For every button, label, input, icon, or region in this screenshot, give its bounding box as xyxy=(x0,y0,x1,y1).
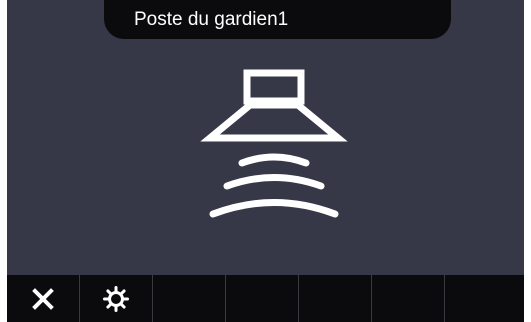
sound-wave-1 xyxy=(238,153,310,167)
settings-icon xyxy=(103,285,129,312)
station-title: Poste du gardien1 xyxy=(134,9,289,30)
bottom-toolbar xyxy=(7,275,524,322)
empty-button-7[interactable] xyxy=(445,275,524,322)
sound-wave-2 xyxy=(223,174,325,190)
sound-wave-3 xyxy=(209,199,339,218)
settings-button[interactable] xyxy=(80,275,153,322)
empty-button-4[interactable] xyxy=(226,275,299,322)
close-icon xyxy=(32,287,54,310)
speaker-cone xyxy=(200,101,348,142)
title-bar: Poste du gardien1 xyxy=(104,0,451,39)
speaker-sound-waves-icon xyxy=(200,69,348,218)
empty-button-6[interactable] xyxy=(372,275,445,322)
close-button[interactable] xyxy=(7,275,80,322)
speaker-body xyxy=(243,69,305,105)
empty-button-3[interactable] xyxy=(153,275,226,322)
empty-button-5[interactable] xyxy=(299,275,372,322)
call-screen: Poste du gardien1 xyxy=(7,0,524,275)
